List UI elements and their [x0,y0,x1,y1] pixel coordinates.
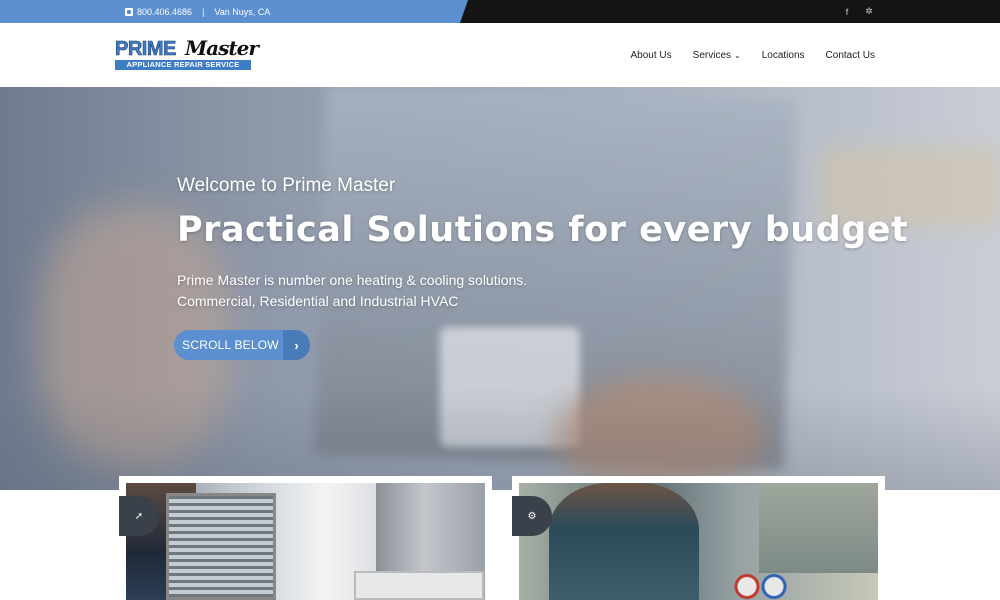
site-logo[interactable]: PRIME Master APPLIANCE REPAIR SERVICE [115,36,259,72]
nav-item-contact-us[interactable]: Contact Us [826,50,875,61]
chevron-down-icon: ⌄ [734,50,741,60]
nav-item-label: Locations [761,49,805,61]
logo-tagline: APPLIANCE REPAIR SERVICE [115,60,251,70]
phone-icon [125,7,133,16]
logo-master-text: Master [185,36,259,60]
hero-description-line-2: Commercial, Residential and Industrial H… [177,293,459,309]
hero-description: Prime Master is number one heating & coo… [177,270,908,312]
nav-item-about-us[interactable]: About Us [631,50,672,61]
nav-item-services[interactable]: Services ⌄ [693,50,741,61]
site-header: PRIME Master APPLIANCE REPAIR SERVICE Ab… [0,23,1000,87]
main-nav: About Us Services ⌄ Locations Contact Us [631,23,875,87]
nav-item-label: Contact Us [825,49,875,61]
hero-headline: Practical Solutions for every budget [177,210,909,250]
hvac-repair-image [519,483,878,600]
appliance-shape [354,571,484,600]
hero-bg-shade [0,387,1000,490]
hero-section: Welcome to Prime Master Practical Soluti… [0,87,1000,490]
nav-item-label: About Us [630,49,672,61]
location-text: Van Nuys, CA [214,6,271,17]
phone-number[interactable]: 800.406.4686 [137,7,192,17]
nav-item-label: Services [692,49,732,61]
hvac-unit-shape [759,483,878,573]
nav-item-locations[interactable]: Locations [762,50,805,61]
gears-icon: ⚙ [512,496,552,536]
hero-welcome-text: Welcome to Prime Master [177,175,396,196]
service-card-appliance[interactable]: ➚ [119,476,492,600]
top-contact-info: 800.406.4686 | Van Nuys, CA [125,0,270,23]
scroll-below-label: SCROLL BELOW [182,338,279,352]
pressure-gauges-shape [729,573,789,600]
hero-content: Welcome to Prime Master Practical Soluti… [177,175,908,312]
rocket-icon: ➚ [119,496,159,536]
dishwasher-shape [166,493,276,600]
contact-separator: | [202,6,205,17]
appliance-repair-image [126,483,485,600]
social-links: f ✲ [842,0,874,23]
facebook-icon[interactable]: f [842,7,852,17]
technician-figure [549,483,699,600]
scroll-below-button[interactable]: SCROLL BELOW › [174,330,310,360]
hero-description-line-1: Prime Master is number one heating & coo… [177,272,528,288]
yelp-icon[interactable]: ✲ [864,6,874,17]
service-card-hvac[interactable]: ⚙ [512,476,885,600]
logo-prime-text: PRIME [115,38,177,61]
top-bar: 800.406.4686 | Van Nuys, CA f ✲ [0,0,1000,23]
chevron-right-icon: › [283,330,310,360]
